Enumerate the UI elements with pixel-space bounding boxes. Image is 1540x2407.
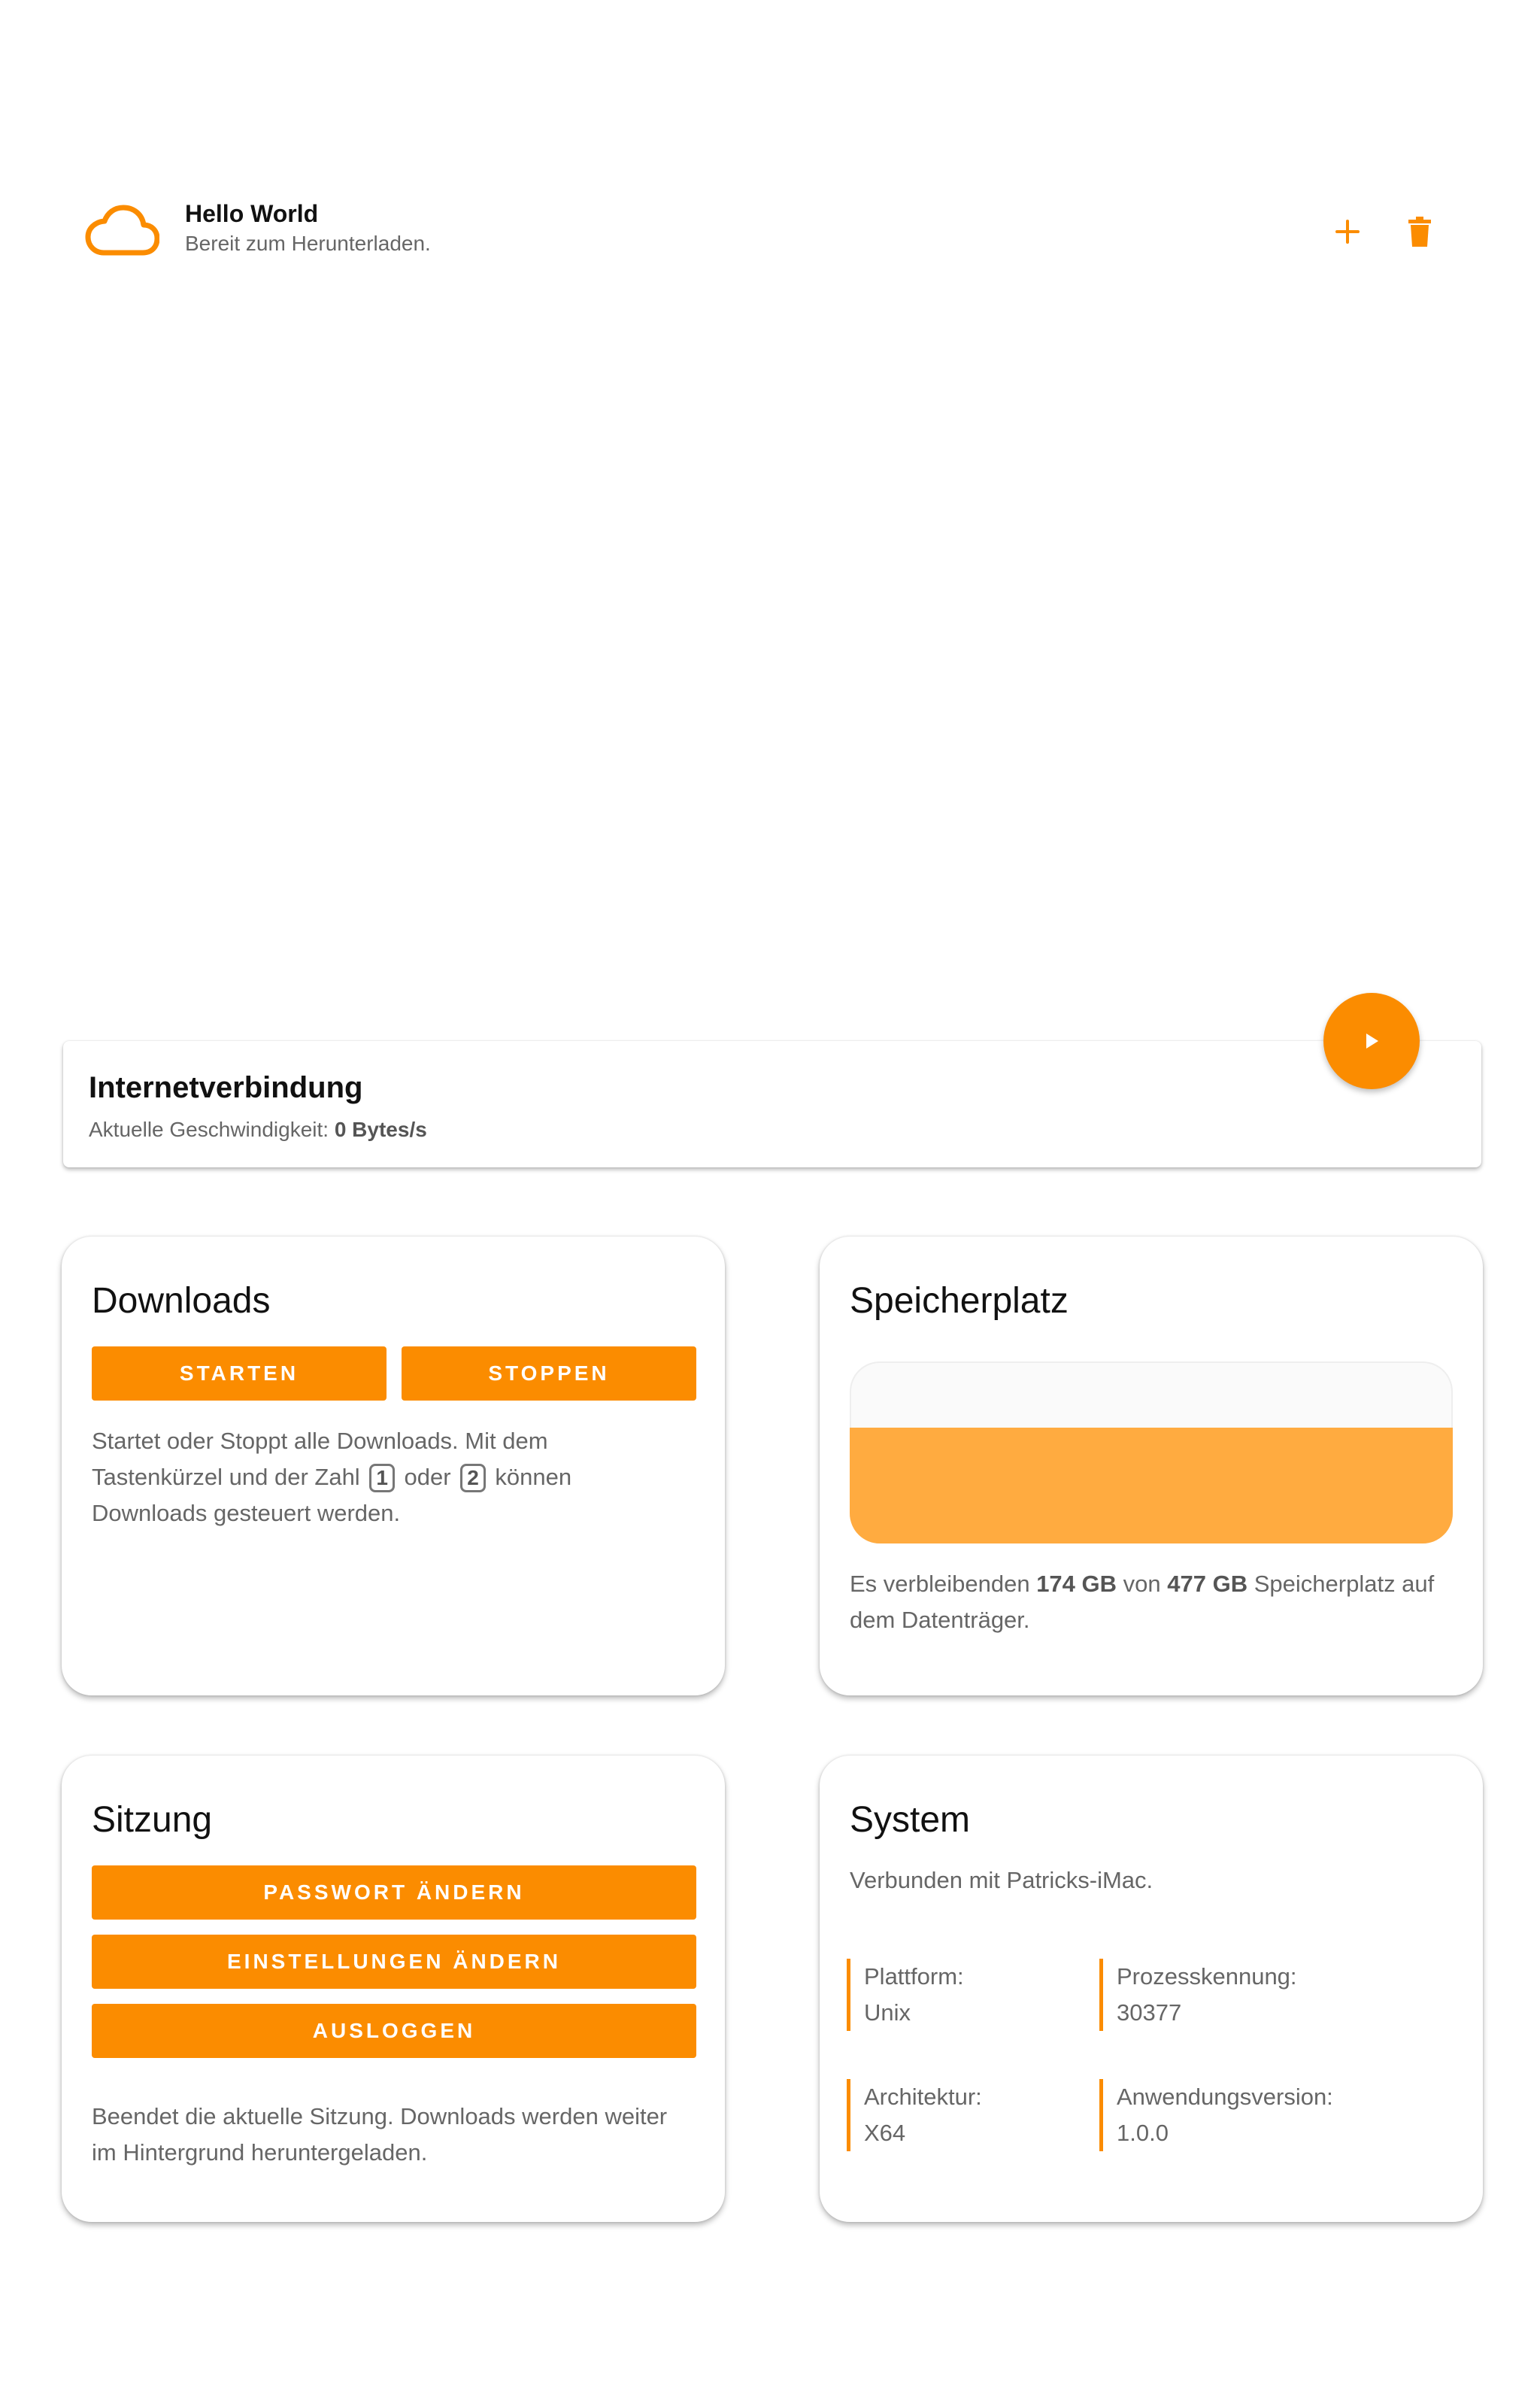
system-process-id: Prozesskennung: 30377 <box>1099 1959 1297 2031</box>
storage-bar <box>850 1361 1453 1543</box>
system-app-version: Anwendungsversion: 1.0.0 <box>1099 2079 1333 2151</box>
system-platform: Plattform: Unix <box>847 1959 964 2031</box>
internet-title: Internetverbindung <box>89 1071 363 1104</box>
add-button[interactable] <box>1326 211 1369 253</box>
storage-card: Speicherplatz Es verbleibenden 174 GB vo… <box>820 1237 1483 1695</box>
storage-total: 477 GB <box>1167 1571 1248 1597</box>
storage-description: Es verbleibenden 174 GB von 477 GB Speic… <box>850 1571 1435 1633</box>
download-status: Bereit zum Herunterladen. <box>185 232 431 255</box>
cloud-outline-icon <box>85 205 159 256</box>
system-card: System Verbunden mit Patricks-iMac. Plat… <box>820 1756 1483 2222</box>
downloads-card: Downloads Starten Stoppen Startet oder S… <box>62 1237 725 1695</box>
key-2: 2 <box>460 1464 486 1492</box>
download-title: Hello World <box>185 200 319 227</box>
storage-bar-fill <box>850 1428 1453 1543</box>
internet-card: Internetverbindung Aktuelle Geschwindigk… <box>63 1041 1481 1167</box>
stop-button[interactable]: Stoppen <box>402 1346 696 1401</box>
system-title: System <box>850 1800 971 1840</box>
session-description: Beendet die aktuelle Sitzung. Downloads … <box>92 2103 668 2166</box>
internet-speed: Aktuelle Geschwindigkeit: 0 Bytes/s <box>89 1118 427 1142</box>
logout-button[interactable]: Ausloggen <box>92 2004 696 2058</box>
system-architecture: Architektur: X64 <box>847 2079 982 2151</box>
download-item[interactable]: Hello World Bereit zum Herunterladen. <box>84 196 1438 263</box>
start-button[interactable]: Starten <box>92 1346 387 1401</box>
play-button[interactable] <box>1323 993 1420 1089</box>
session-card: Sitzung Passwort ändern Einstellungen än… <box>62 1756 725 2222</box>
storage-title: Speicherplatz <box>850 1281 1069 1321</box>
change-settings-button[interactable]: Einstellungen ändern <box>92 1935 696 1989</box>
change-password-button[interactable]: Passwort ändern <box>92 1865 696 1920</box>
delete-button[interactable] <box>1399 211 1441 253</box>
trash-icon <box>1408 217 1431 247</box>
downloads-description: Startet oder Stoppt alle Downloads. Mit … <box>92 1428 572 1526</box>
speed-label: Aktuelle Geschwindigkeit: <box>89 1118 329 1141</box>
storage-free: 174 GB <box>1036 1571 1117 1597</box>
downloads-title: Downloads <box>92 1281 271 1321</box>
system-connected: Verbunden mit Patricks-iMac. <box>850 1867 1153 1893</box>
speed-value: 0 Bytes/s <box>334 1118 427 1141</box>
key-1: 1 <box>369 1464 395 1492</box>
play-icon <box>1366 1034 1378 1049</box>
session-title: Sitzung <box>92 1800 213 1840</box>
add-icon <box>1335 220 1360 244</box>
